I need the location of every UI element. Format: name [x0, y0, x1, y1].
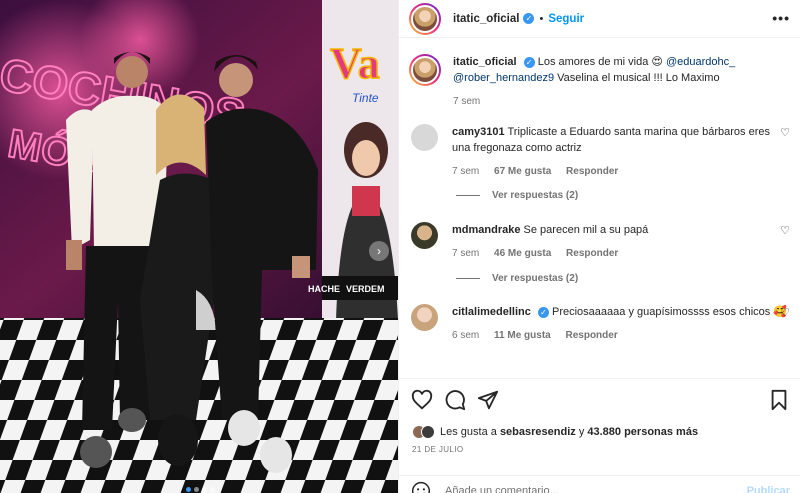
- view-replies-button[interactable]: Ver respuestas (2): [456, 190, 578, 201]
- carousel-next-button[interactable]: ›: [369, 241, 389, 261]
- action-icons: [411, 389, 790, 411]
- carousel-dot: [194, 487, 199, 492]
- liker-username[interactable]: sebasresendiz: [500, 426, 576, 438]
- post-image: COCHINOS MÓN Va Tinte HACHE VERDEM: [0, 0, 398, 493]
- publish-button[interactable]: Publicar: [747, 485, 790, 493]
- comment-time[interactable]: 7 sem: [452, 248, 479, 259]
- reply-button[interactable]: Responder: [566, 166, 618, 177]
- comment-text: Se parecen mil a su papá: [523, 224, 649, 236]
- caption-avatar-image: [411, 56, 439, 84]
- carousel-dot: [202, 487, 207, 492]
- comment-input[interactable]: [445, 484, 725, 493]
- comment-time[interactable]: 7 sem: [452, 166, 479, 177]
- view-replies-label: Ver respuestas (2): [492, 190, 579, 201]
- caption-avatar[interactable]: [409, 54, 441, 86]
- more-options-icon[interactable]: •••: [772, 10, 790, 26]
- commenter-avatar[interactable]: [411, 222, 438, 249]
- likes-count[interactable]: 43.880 personas más: [587, 426, 698, 438]
- post-actions: Les gusta a sebasresendiz y 43.880 perso…: [399, 378, 800, 493]
- svg-text:VERDEM: VERDEM: [346, 284, 385, 294]
- likes-summary: Les gusta a sebasresendiz y 43.880 perso…: [412, 425, 698, 439]
- share-icon[interactable]: [477, 389, 499, 411]
- commenter-avatar[interactable]: [411, 124, 438, 151]
- caption-text: Los amores de mi vida 😍: [537, 56, 663, 68]
- like-heart-icon[interactable]: [411, 389, 433, 411]
- carousel-dots: [186, 487, 215, 492]
- likes-prefix: Les gusta a: [440, 426, 497, 438]
- like-comment-heart-icon[interactable]: ♡: [780, 126, 790, 139]
- comment-username[interactable]: citlalimedellinc: [452, 306, 531, 318]
- view-replies-button[interactable]: Ver respuestas (2): [456, 273, 578, 284]
- comment-username[interactable]: mdmandrake: [452, 224, 520, 236]
- post-header: itatic_oficial ✓ • Seguir •••: [399, 0, 800, 38]
- caption-username[interactable]: itatic_oficial: [453, 56, 517, 68]
- author-username[interactable]: itatic_oficial: [453, 13, 519, 25]
- comment-likes[interactable]: 46 Me gusta: [494, 248, 551, 259]
- comment-item: citlalimedellinc ✓ Preciosaaaaaa y guapí…: [411, 304, 790, 344]
- svg-text:Tinte: Tinte: [352, 91, 379, 105]
- emoji-icon[interactable]: [411, 481, 431, 493]
- comment-username[interactable]: camy3101: [452, 126, 505, 138]
- comment-item: mdmandrake Se parecen mil a su papá 7 se…: [411, 222, 790, 262]
- save-bookmark-icon[interactable]: [768, 389, 790, 411]
- svg-text:HACHE: HACHE: [308, 284, 340, 294]
- add-comment-bar: Publicar: [399, 475, 800, 493]
- view-replies-label: Ver respuestas (2): [492, 273, 579, 284]
- post-photo[interactable]: COCHINOS MÓN Va Tinte HACHE VERDEM ›: [0, 0, 398, 493]
- reply-button[interactable]: Responder: [566, 330, 618, 341]
- carousel-dot: [186, 487, 191, 492]
- carousel-dot: [210, 487, 215, 492]
- caption-mention[interactable]: @rober_hernandez9: [453, 72, 554, 84]
- header-separator: •: [539, 12, 544, 25]
- comment-likes[interactable]: 67 Me gusta: [494, 166, 551, 177]
- likes-conjunction: y: [578, 426, 585, 438]
- like-comment-heart-icon[interactable]: ♡: [780, 306, 790, 319]
- verified-badge-icon: ✓: [523, 56, 535, 68]
- verified-badge-icon: ✓: [523, 13, 535, 24]
- post-date[interactable]: 21 DE JULIO: [412, 445, 464, 454]
- post-panel: itatic_oficial ✓ • Seguir ••• itatic_ofi…: [398, 0, 800, 493]
- verified-badge-icon: ✓: [537, 306, 549, 318]
- author-avatar[interactable]: [409, 2, 441, 35]
- comment-time[interactable]: 6 sem: [452, 330, 479, 341]
- comment-item: camy3101 Triplicaste a Eduardo santa mar…: [411, 124, 790, 180]
- comment-likes[interactable]: 11 Me gusta: [494, 330, 551, 341]
- caption-time[interactable]: 7 sem: [453, 96, 480, 107]
- author-avatar-image: [411, 4, 439, 33]
- liker-avatar: [421, 425, 435, 439]
- svg-text:Va: Va: [330, 39, 380, 88]
- post-caption: itatic_oficial ✓ Los amores de mi vida 😍…: [409, 54, 790, 110]
- follow-button[interactable]: Seguir: [548, 13, 584, 25]
- caption-text: Vaselina el musical !!! Lo Maximo: [557, 72, 720, 84]
- commenter-avatar[interactable]: [411, 304, 438, 331]
- reply-button[interactable]: Responder: [566, 248, 618, 259]
- caption-mention[interactable]: @eduardohc_: [666, 56, 735, 68]
- comments-list[interactable]: itatic_oficial ✓ Los amores de mi vida 😍…: [399, 44, 800, 378]
- comment-icon[interactable]: [444, 389, 466, 411]
- comment-text: Preciosaaaaaa y guapísimossss esos chico…: [552, 306, 788, 318]
- like-comment-heart-icon[interactable]: ♡: [780, 224, 790, 237]
